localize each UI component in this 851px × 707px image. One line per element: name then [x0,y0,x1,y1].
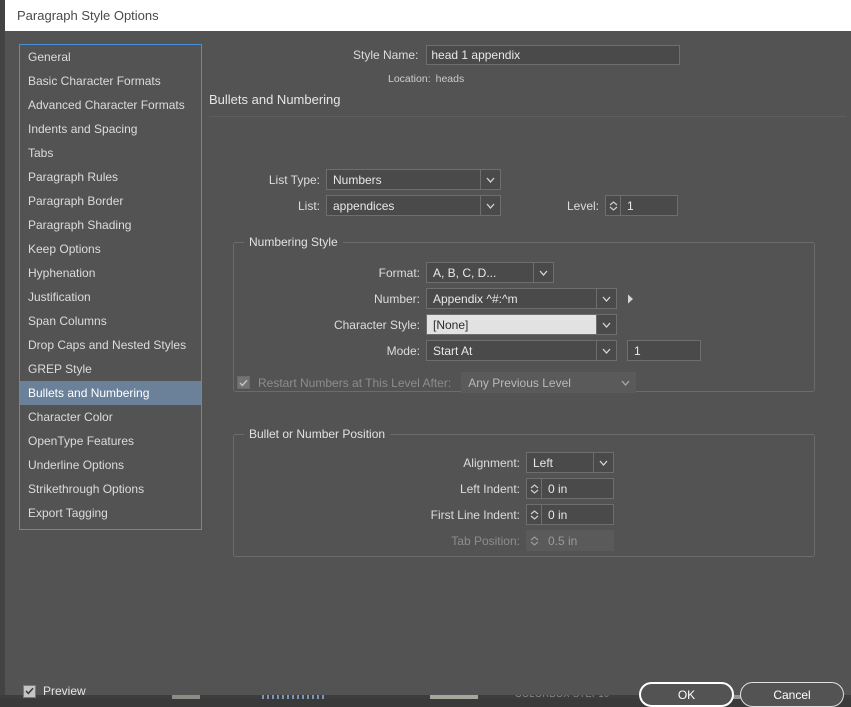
alignment-label: Alignment: [463,455,520,470]
preview-label: Preview [43,684,86,698]
sidebar-item-advanced-character-formats[interactable]: Advanced Character Formats [20,93,201,117]
list-row: List: appendices Level: 1 [202,195,678,216]
alignment-row: Alignment: Left [202,452,614,473]
section-divider [209,116,846,117]
left-indent-stepper[interactable] [526,478,541,499]
character-style-row: Character Style: [None] [202,314,617,335]
sidebar-item-grep-style[interactable]: GREP Style [20,357,201,381]
alignment-select[interactable]: Left [526,452,614,473]
chevron-down-icon [596,315,616,334]
options-pane: Style Name: Location: heads Bullets and N… [202,31,851,695]
bullet-position-group-title: Bullet or Number Position [244,427,391,441]
sidebar-item-paragraph-border[interactable]: Paragraph Border [20,189,201,213]
sidebar-item-basic-character-formats[interactable]: Basic Character Formats [20,69,201,93]
style-name-row: Style Name: [353,45,681,65]
sidebar-item-justification[interactable]: Justification [20,285,201,309]
chevron-down-icon [480,170,500,189]
mode-value: Start At [433,343,473,358]
sidebar-item-opentype-features[interactable]: OpenType Features [20,429,201,453]
alignment-value: Left [533,455,554,470]
format-select[interactable]: A, B, C, D... [426,262,554,283]
character-style-select[interactable]: [None] [426,314,617,335]
window-titlebar: Paragraph Style Options [5,0,851,31]
number-label: Number: [373,291,420,306]
section-heading: Bullets and Numbering [209,92,341,107]
left-indent-input[interactable]: 0 in [541,478,614,499]
sidebar-item-drop-caps-and-nested-styles[interactable]: Drop Caps and Nested Styles [20,333,201,357]
location-row: Location: heads [388,73,464,85]
tab-position-input[interactable]: 0.5 in [541,530,614,551]
style-name-input[interactable] [426,45,681,65]
list-type-value: Numbers [333,172,382,187]
sidebar-item-export-tagging[interactable]: Export Tagging [20,501,201,525]
level-stepper[interactable] [605,195,620,216]
location-value: heads [435,73,465,85]
level-input[interactable]: 1 [620,195,678,216]
sidebar-item-keep-options[interactable]: Keep Options [20,237,201,261]
level-label: Level: [566,198,599,213]
sidebar-item-general[interactable]: General [20,45,201,69]
restart-numbers-row: Restart Numbers at This Level After: Any… [237,372,637,393]
paragraph-style-options-dialog: General Basic Character Formats Advanced C… [5,31,851,707]
preview-toggle[interactable]: Preview [23,684,86,698]
chevron-down-icon [533,263,553,282]
preview-checkbox[interactable] [23,684,36,698]
number-input[interactable]: Appendix ^#:^m [426,288,617,309]
numbering-style-group-title: Numbering Style [244,235,343,249]
character-style-value: [None] [433,317,469,332]
left-indent-label: Left Indent: [459,481,520,496]
chevron-down-icon [596,289,616,308]
sidebar-item-paragraph-shading[interactable]: Paragraph Shading [20,213,201,237]
format-row: Format: A, B, C, D... [202,262,554,283]
tab-position-row: Tab Position: 0.5 in [202,530,614,551]
location-label: Location: [388,73,431,85]
first-line-indent-label: First Line Indent: [430,507,520,522]
list-select[interactable]: appendices [326,195,501,216]
number-row: Number: Appendix ^#:^m [202,288,637,309]
chevron-down-icon [615,373,635,392]
mode-label: Mode: [386,343,420,358]
chevron-down-icon [480,196,500,215]
mode-start-input[interactable]: 1 [627,340,701,361]
sidebar-item-underline-options[interactable]: Underline Options [20,453,201,477]
chevron-down-icon [593,453,613,472]
tab-position-label: Tab Position: [451,533,520,548]
sidebar-item-indents-and-spacing[interactable]: Indents and Spacing [20,117,201,141]
sidebar-item-character-color[interactable]: Character Color [20,405,201,429]
list-label: List: [297,198,320,213]
cancel-button[interactable]: Cancel [740,682,844,707]
restart-numbers-select[interactable]: Any Previous Level [461,372,637,393]
character-style-label: Character Style: [333,317,420,332]
mode-select[interactable]: Start At [426,340,617,361]
list-value: appendices [333,198,395,213]
ok-button[interactable]: OK [639,682,734,707]
restart-numbers-value: Any Previous Level [468,375,571,390]
sidebar-item-bullets-and-numbering[interactable]: Bullets and Numbering [20,381,201,405]
first-line-indent-stepper[interactable] [526,504,541,525]
sidebar-item-tabs[interactable]: Tabs [20,141,201,165]
sidebar-item-paragraph-rules[interactable]: Paragraph Rules [20,165,201,189]
category-list[interactable]: General Basic Character Formats Advanced C… [19,44,202,530]
list-type-label: List Type: [268,172,320,187]
list-type-select[interactable]: Numbers [326,169,501,190]
format-value: A, B, C, D... [433,265,497,280]
window-title: Paragraph Style Options [17,8,159,23]
list-type-row: List Type: Numbers [202,169,501,190]
play-triangle-icon[interactable] [627,293,637,305]
first-line-indent-input[interactable]: 0 in [541,504,614,525]
sidebar-item-hyphenation[interactable]: Hyphenation [20,261,201,285]
sidebar-item-strikethrough-options[interactable]: Strikethrough Options [20,477,201,501]
number-value: Appendix ^#:^m [433,291,518,306]
chevron-down-icon [596,341,616,360]
restart-numbers-checkbox[interactable] [237,376,250,389]
left-indent-row: Left Indent: 0 in [202,478,614,499]
tab-position-stepper[interactable] [526,530,541,551]
mode-row: Mode: Start At 1 [202,340,701,361]
sidebar-item-span-columns[interactable]: Span Columns [20,309,201,333]
format-label: Format: [378,265,420,280]
first-line-indent-row: First Line Indent: 0 in [202,504,614,525]
restart-numbers-label: Restart Numbers at This Level After: [258,375,452,390]
style-name-label: Style Name: [353,48,419,62]
